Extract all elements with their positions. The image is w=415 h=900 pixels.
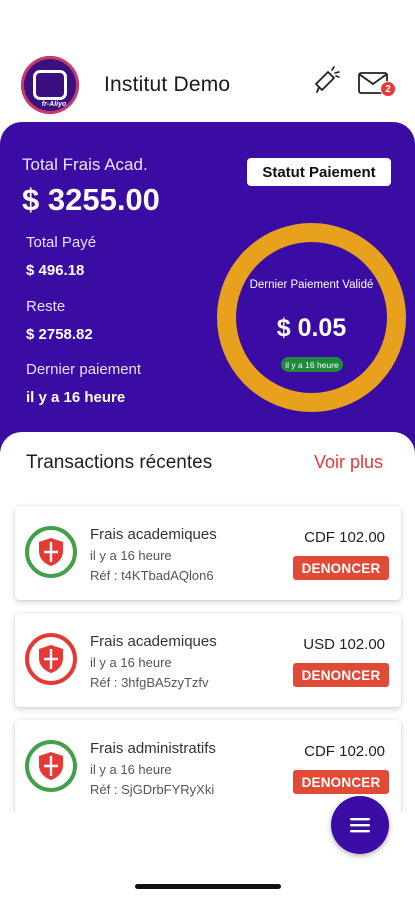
transaction-time: il y a 16 heure	[90, 655, 172, 670]
last-payment-label: Dernier paiement	[26, 361, 142, 378]
transactions-list: Frais academiques il y a 16 heure Réf : …	[15, 506, 401, 812]
menu-icon	[350, 818, 370, 833]
notification-badge: 2	[380, 81, 396, 97]
transaction-name: Frais academiques	[90, 633, 217, 650]
transaction-name: Frais academiques	[90, 526, 217, 543]
ring-time-badge: il y a 16 heure	[281, 357, 343, 372]
report-button[interactable]: DENONCER	[293, 556, 389, 580]
total-fees-value: $ 3255.00	[22, 182, 160, 217]
remaining-label: Reste	[26, 298, 66, 315]
menu-fab-button[interactable]	[331, 796, 389, 854]
logo-text: fr-Aliyo	[41, 101, 67, 108]
app-screen: fr-Aliyo Institut Demo 2 Total Frais Aca…	[0, 0, 415, 900]
transactions-title: Transactions récentes	[26, 452, 213, 473]
home-indicator[interactable]	[135, 884, 281, 889]
app-header: fr-Aliyo Institut Demo 2	[0, 0, 415, 120]
see-more-link[interactable]: Voir plus	[314, 452, 383, 473]
transaction-amount: CDF 102.00	[304, 743, 385, 760]
last-payment-value: il y a 16 heure	[26, 389, 126, 406]
transaction-amount: CDF 102.00	[304, 529, 385, 546]
ring-title: Dernier Paiement Validé	[249, 279, 374, 291]
logo-mark-icon: fr-Aliyo	[33, 70, 67, 108]
last-validated-payment-ring: Dernier Paiement Validé $ 0.05 il y a 16…	[217, 223, 406, 412]
report-button[interactable]: DENONCER	[293, 663, 389, 687]
institute-logo[interactable]: fr-Aliyo	[21, 56, 79, 114]
transaction-ref: Réf : t4KTbadAQlon6	[90, 568, 214, 583]
transaction-name: Frais administratifs	[90, 740, 216, 757]
payment-status-button[interactable]: Statut Paiement	[247, 158, 391, 186]
institute-name: Institut Demo	[104, 73, 231, 96]
shield-icon	[25, 633, 77, 685]
remaining-value: $ 2758.82	[26, 326, 93, 343]
shield-icon	[25, 740, 77, 792]
total-fees-label: Total Frais Acad.	[22, 155, 148, 174]
transaction-card[interactable]: Frais academiques il y a 16 heure Réf : …	[15, 613, 401, 707]
transaction-card[interactable]: Frais administratifs il y a 16 heure Réf…	[15, 720, 401, 812]
total-paid-label: Total Payé	[26, 234, 97, 251]
transaction-time: il y a 16 heure	[90, 548, 172, 563]
transaction-card[interactable]: Frais academiques il y a 16 heure Réf : …	[15, 506, 401, 600]
megaphone-icon[interactable]	[310, 64, 342, 96]
ring-value: $ 0.05	[276, 314, 347, 342]
fees-summary-card: Total Frais Acad. $ 3255.00 Total Payé $…	[0, 122, 415, 462]
report-button[interactable]: DENONCER	[293, 770, 389, 794]
transaction-ref: Réf : SjGDrbFYRyXki	[90, 782, 215, 797]
total-paid-value: $ 496.18	[26, 262, 85, 279]
shield-icon	[25, 526, 77, 578]
transactions-section: Transactions récentes Voir plus Frais ac…	[0, 432, 415, 812]
transaction-amount: USD 102.00	[303, 636, 385, 653]
transaction-time: il y a 16 heure	[90, 762, 172, 777]
transaction-ref: Réf : 3hfgBA5zyTzfv	[90, 675, 209, 690]
